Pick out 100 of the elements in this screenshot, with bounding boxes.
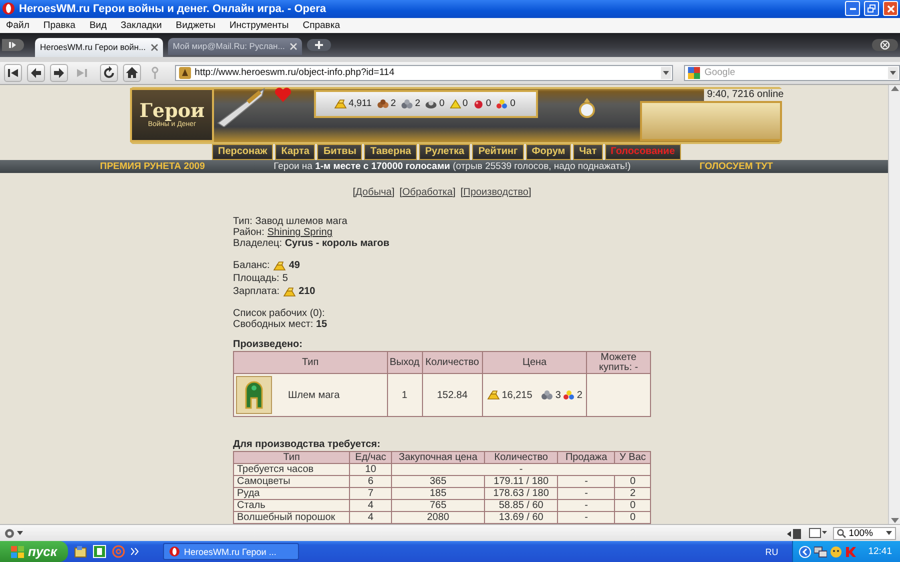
column-header: Продажа	[558, 452, 615, 464]
opera-icon	[2, 2, 15, 16]
ore-icon	[541, 390, 554, 400]
stat-value: 5	[282, 273, 288, 284]
resource-value: 0	[462, 98, 468, 110]
panel-toggle-button[interactable]	[2, 38, 24, 51]
free-places-text: Свободных мест: 15	[233, 319, 328, 330]
table-cell: 58.85 / 60	[484, 500, 558, 512]
nav-button[interactable]: Чат	[573, 144, 603, 160]
dropdown-button[interactable]	[886, 531, 892, 536]
section-link[interactable]: [Производство]	[460, 187, 532, 198]
nav-button[interactable]: Форум	[526, 144, 572, 160]
language-indicator[interactable]: RU	[765, 546, 778, 556]
gems-icon	[562, 390, 575, 400]
vote-link[interactable]: ГОЛОСУЕМ ТУТ	[699, 160, 773, 172]
minimize-button[interactable]	[845, 1, 860, 16]
section-link[interactable]: [Добыча]	[352, 187, 394, 198]
dropdown-button[interactable]	[888, 66, 898, 79]
network-icon[interactable]	[814, 546, 828, 558]
price-value: 3	[555, 390, 561, 401]
address-field[interactable]: http://www.heroeswm.ru/object-info.php?id=114	[174, 64, 674, 81]
factory-type: Тип: Завод шлемов мага	[233, 216, 348, 228]
nav-button[interactable]: Персонаж	[212, 144, 274, 160]
home-button[interactable]	[122, 64, 141, 82]
stat-value: 210	[298, 286, 316, 298]
caret-icon	[886, 531, 892, 536]
close-icon	[150, 44, 158, 51]
nav-button[interactable]: Рейтинг	[472, 144, 524, 160]
speed-menu-button[interactable]	[4, 528, 23, 539]
restore-icon	[867, 4, 876, 14]
district-link[interactable]: Shining Spring	[267, 227, 332, 238]
plus-icon	[314, 40, 323, 49]
menu-item[interactable]: Закладки	[120, 20, 170, 31]
menu-item[interactable]: Вид	[89, 20, 115, 31]
resource-value: 2	[414, 98, 420, 110]
sulfur-icon	[450, 98, 461, 109]
nav-button[interactable]: Рулетка	[419, 144, 470, 160]
ingot-icon	[272, 260, 286, 271]
table-cell: 2080	[392, 512, 485, 524]
nav-button[interactable]: Таверна	[364, 144, 418, 160]
stat-label: Баланс:	[233, 260, 270, 272]
table-cell: Сталь	[234, 500, 350, 512]
column-header: Количество	[422, 352, 483, 374]
clock: 12:41	[868, 546, 892, 557]
back-button[interactable]	[26, 64, 45, 82]
district-label: Район:	[233, 227, 264, 238]
desktop-icon[interactable]	[74, 545, 87, 558]
collapse-icon[interactable]	[799, 546, 812, 558]
opera-icon	[169, 546, 180, 557]
smiley-icon[interactable]	[830, 546, 842, 558]
section-title: Произведено:	[233, 339, 304, 352]
menu-item[interactable]: Виджеты	[176, 20, 224, 31]
up-arrow-icon[interactable]	[890, 84, 898, 91]
menu-item[interactable]: Правка	[43, 20, 84, 31]
heart-icon	[274, 86, 292, 103]
gems-icon	[496, 98, 508, 109]
section-link[interactable]: [Обработка]	[399, 187, 456, 198]
award-link[interactable]: ПРЕМИЯ РУНЕТА 2009	[100, 160, 205, 172]
back-icon	[28, 66, 43, 80]
panel-icon	[9, 40, 17, 49]
table-cell: 185	[392, 488, 485, 500]
table-cell: 178.63 / 180	[484, 488, 558, 500]
scrollbar[interactable]	[888, 84, 900, 524]
new-tab-button[interactable]	[306, 38, 331, 51]
nav-button[interactable]: Карта	[275, 144, 316, 160]
column-header: У Вас	[614, 452, 650, 464]
window-view-icon[interactable]	[808, 528, 827, 539]
down-arrow-icon[interactable]	[890, 518, 898, 524]
owner-text: Владелец: Cyrus - король магов	[233, 238, 390, 250]
column-header: Тип	[234, 352, 388, 374]
close-button[interactable]	[883, 1, 898, 16]
closed-tabs-button[interactable]	[872, 38, 898, 51]
section-title: Для производства требуется:	[233, 439, 382, 452]
item-name: Шлем мага	[288, 390, 340, 401]
chevron-icon[interactable]	[131, 548, 139, 555]
resource-value: 0	[486, 98, 492, 110]
dropdown-button[interactable]	[661, 66, 672, 79]
rewind-button[interactable]	[4, 64, 22, 82]
close-icon	[886, 4, 894, 13]
browser-tab[interactable]: HeroesWM.ru Герои войн...	[35, 38, 163, 57]
nav-button[interactable]: Битвы	[317, 144, 362, 160]
stat-value: 49	[288, 260, 300, 272]
panel-icon[interactable]	[786, 528, 803, 539]
resource-value: 0	[439, 98, 445, 110]
wood-icon	[376, 98, 389, 109]
table-cell: 1	[387, 374, 422, 417]
vote-message: Герои на 1-м месте с 170000 голосами (отрыв 25539 голосов, надо поднажать!)	[274, 160, 631, 172]
zoom-field[interactable]: 100%	[832, 526, 896, 540]
forward-button[interactable]	[50, 64, 68, 82]
menu-item[interactable]: Справка	[302, 20, 348, 31]
menu-item[interactable]: Инструменты	[229, 20, 297, 31]
resource-value: 0	[510, 98, 516, 110]
caret-icon	[17, 531, 23, 536]
search-icon	[836, 528, 846, 538]
app-icon[interactable]	[93, 545, 106, 558]
restore-button[interactable]	[864, 1, 879, 16]
menu-item[interactable]: Файл	[6, 20, 38, 31]
reload-button[interactable]	[100, 64, 118, 82]
table-cell: Волшебный порошок	[234, 512, 350, 524]
taskbar-button[interactable]: HeroesWM.ru Герои ...	[163, 543, 299, 560]
